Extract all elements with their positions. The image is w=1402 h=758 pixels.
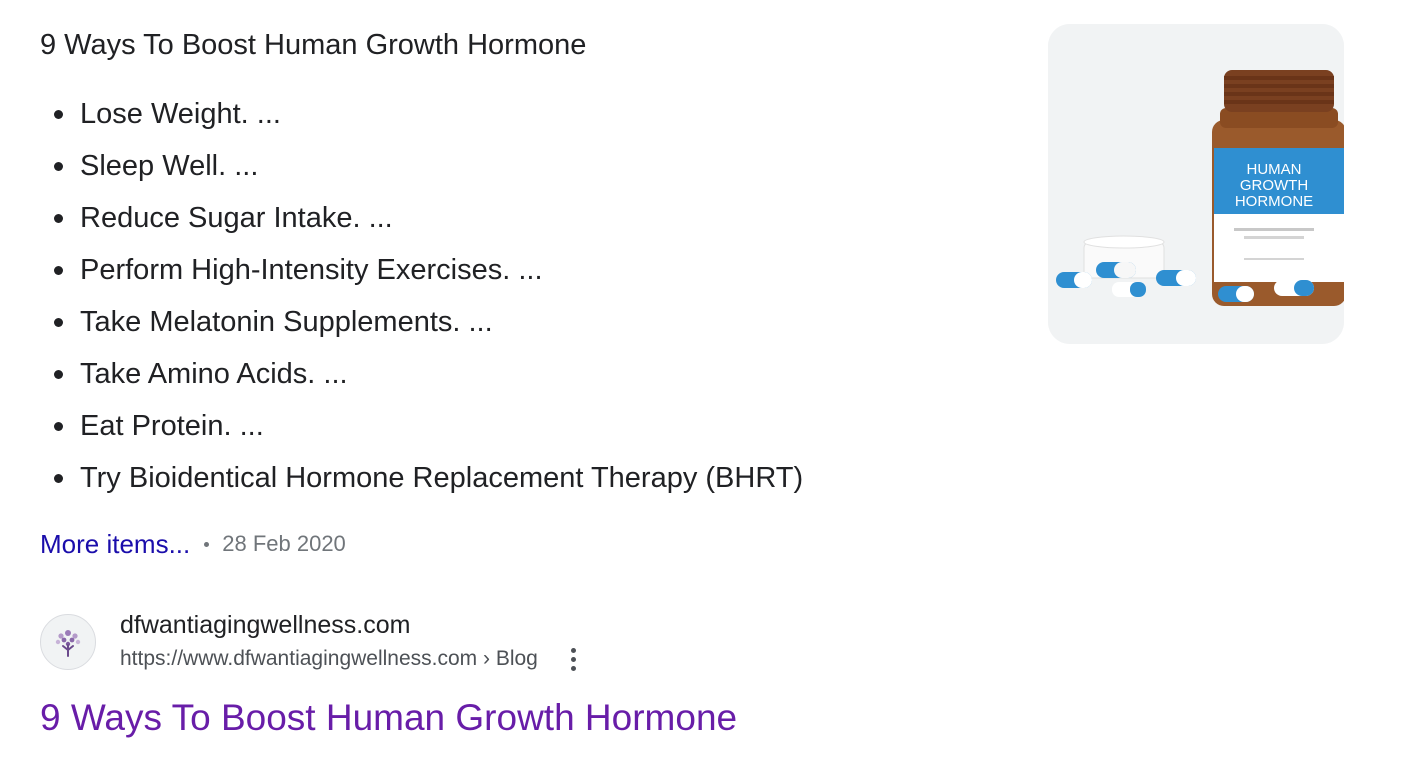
list-item: Try Bioidentical Hormone Replacement The… bbox=[40, 452, 803, 504]
more-items-link[interactable]: More items... bbox=[40, 529, 190, 560]
more-items-row: More items... 28 Feb 2020 bbox=[40, 524, 346, 564]
list-item-text: Take Amino Acids. ... bbox=[80, 357, 348, 390]
hgh-bottle-illustration: HUMAN GROWTH HORMONE bbox=[1048, 24, 1344, 344]
bullet-icon bbox=[54, 317, 63, 327]
tree-logo-icon[interactable] bbox=[40, 614, 96, 670]
separator-dot-icon bbox=[204, 541, 210, 547]
bullet-icon bbox=[54, 109, 63, 119]
bullet-icon bbox=[54, 369, 63, 379]
hgh-bottle-image[interactable]: HUMAN GROWTH HORMONE bbox=[1048, 24, 1344, 344]
list-item: Perform High-Intensity Exercises. ... bbox=[40, 244, 803, 296]
more-vert-icon[interactable] bbox=[564, 644, 584, 674]
bullet-icon bbox=[54, 421, 63, 431]
list-item-text: Reduce Sugar Intake. ... bbox=[80, 201, 393, 234]
more-vert-dot bbox=[571, 656, 577, 662]
list-item: Lose Weight. ... bbox=[40, 88, 803, 140]
bullet-icon bbox=[54, 473, 63, 483]
bullet-icon bbox=[54, 265, 63, 275]
site-url-row: https://www.dfwantiagingwellness.com › B… bbox=[120, 644, 584, 674]
bullet-icon bbox=[54, 161, 63, 171]
list-item: Eat Protein. ... bbox=[40, 400, 803, 452]
search-result-page: 9 Ways To Boost Human Growth Hormone Los… bbox=[0, 0, 1402, 758]
bottle-label-line-3: HORMONE bbox=[1235, 193, 1313, 210]
list-item-text: Sleep Well. ... bbox=[80, 149, 259, 182]
list-item: Sleep Well. ... bbox=[40, 140, 803, 192]
source-text: dfwantiagingwellness.com https://www.dfw… bbox=[120, 608, 584, 674]
tree-logo-graphic bbox=[55, 630, 81, 657]
list-item: Take Amino Acids. ... bbox=[40, 348, 803, 400]
result-source: dfwantiagingwellness.com https://www.dfw… bbox=[40, 608, 584, 674]
result-title-link[interactable]: 9 Ways To Boost Human Growth Hormone bbox=[40, 694, 737, 742]
list-item: Take Melatonin Supplements. ... bbox=[40, 296, 803, 348]
snippet-list: Lose Weight. ... Sleep Well. ... Reduce … bbox=[40, 88, 803, 504]
list-item-text: Try Bioidentical Hormone Replacement The… bbox=[80, 461, 804, 494]
list-item: Reduce Sugar Intake. ... bbox=[40, 192, 803, 244]
list-item-text: Lose Weight. ... bbox=[80, 97, 281, 130]
site-name[interactable]: dfwantiagingwellness.com bbox=[120, 608, 584, 642]
list-item-text: Eat Protein. ... bbox=[80, 409, 264, 442]
bullet-icon bbox=[54, 213, 63, 223]
list-item-text: Perform High-Intensity Exercises. ... bbox=[80, 253, 543, 286]
site-url[interactable]: https://www.dfwantiagingwellness.com › B… bbox=[120, 644, 538, 674]
more-vert-dot bbox=[571, 647, 577, 653]
bottle-label-line-1: HUMAN bbox=[1247, 161, 1302, 178]
snippet-date: 28 Feb 2020 bbox=[222, 531, 346, 556]
snippet-heading: 9 Ways To Boost Human Growth Hormone bbox=[40, 29, 587, 61]
more-vert-dot bbox=[571, 665, 577, 671]
bottle-label-line-2: GROWTH bbox=[1240, 177, 1308, 194]
list-item-text: Take Melatonin Supplements. ... bbox=[80, 305, 493, 338]
